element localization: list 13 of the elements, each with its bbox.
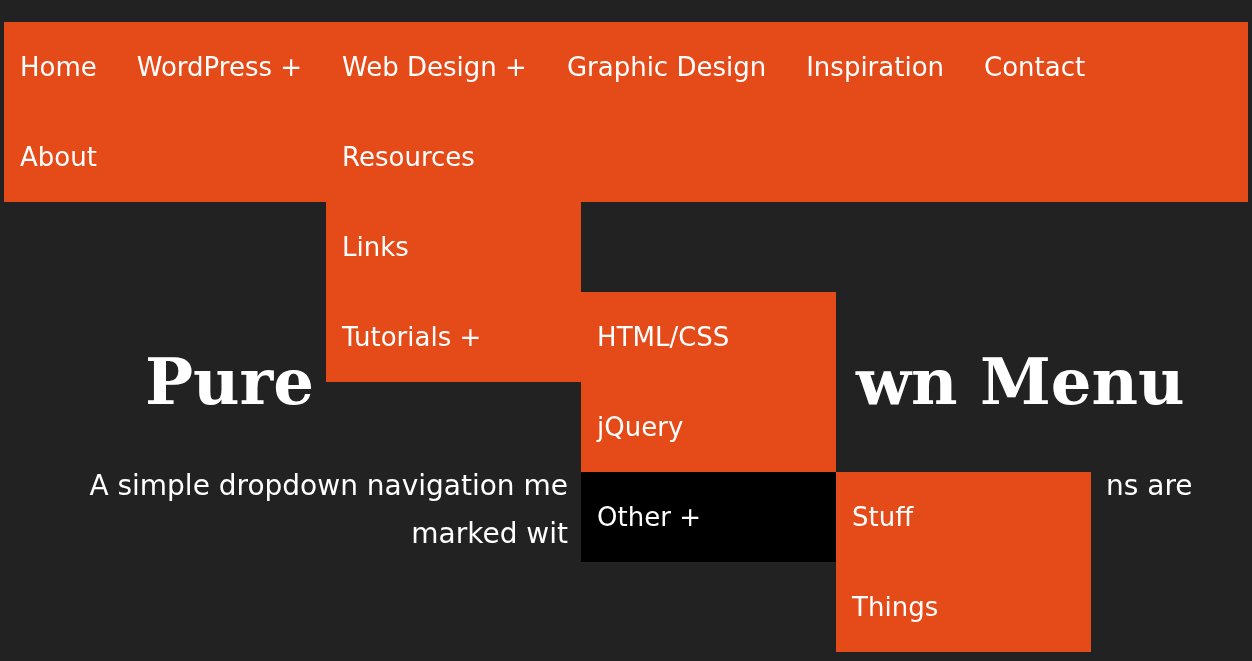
- menu-item[interactable]: Contact: [968, 22, 1110, 112]
- intro-text: marked wit: [411, 517, 568, 550]
- menu-item[interactable]: WordPress +: [120, 22, 327, 112]
- menu-item[interactable]: Graphic Design: [550, 22, 791, 112]
- menu-item[interactable]: Web Design +: [326, 22, 551, 112]
- page-heading: Pure: [144, 344, 314, 419]
- intro-text: ns are: [1106, 469, 1193, 502]
- page-heading: wn Menu: [856, 344, 1185, 419]
- menu-item[interactable]: Inspiration: [790, 22, 969, 112]
- menu-item[interactable]: Home: [4, 22, 121, 112]
- menu-item[interactable]: About: [4, 112, 121, 202]
- menu-item[interactable]: Other +: [581, 472, 837, 562]
- intro-text: A simple dropdown navigation me: [89, 469, 568, 502]
